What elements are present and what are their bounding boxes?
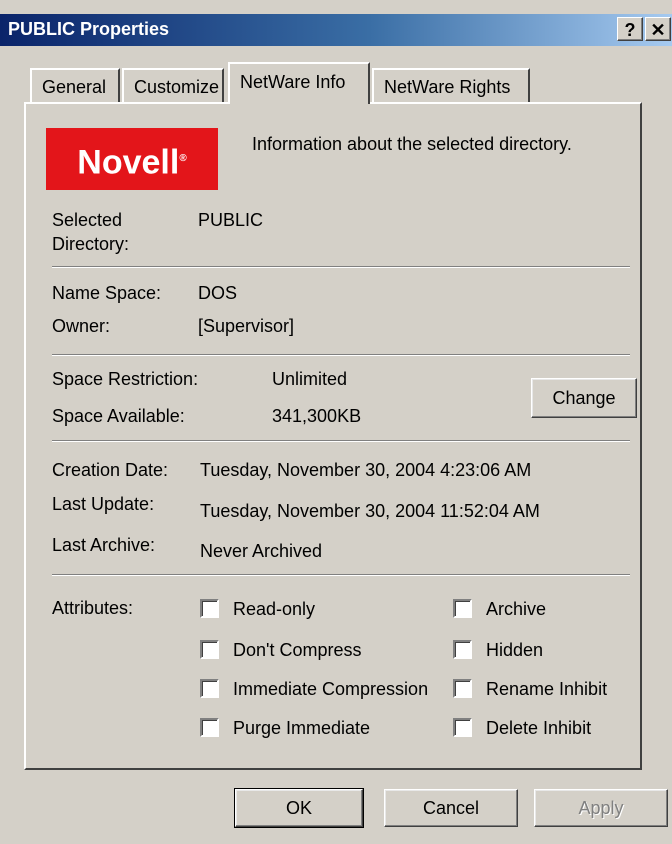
immediate-compression-checkbox[interactable]: [200, 679, 219, 698]
window-title: PUBLIC Properties: [8, 19, 170, 39]
space-available-label: Space Available:: [52, 406, 185, 426]
close-button[interactable]: ✕: [645, 17, 671, 41]
delete-inhibit-checkbox[interactable]: [453, 718, 472, 737]
archive-label[interactable]: Archive: [486, 599, 546, 620]
creation-date-label: Creation Date:: [52, 460, 169, 480]
immediate-compression-label[interactable]: Immediate Compression: [233, 679, 428, 700]
tab-label: Customize: [134, 77, 220, 97]
selected-directory-label-1: Selected: [52, 210, 123, 230]
close-icon: ✕: [650, 20, 666, 40]
tab-customize[interactable]: Customize: [122, 68, 224, 102]
read-only-label[interactable]: Read-only: [233, 599, 315, 620]
logo-mark: ®: [179, 153, 187, 164]
separator: [52, 266, 630, 268]
rename-inhibit-checkbox[interactable]: [453, 679, 472, 698]
tab-label: NetWare Rights: [384, 77, 511, 97]
name-space-label: Name Space:: [52, 283, 162, 303]
owner-value: [Supervisor]: [198, 316, 295, 336]
tab-label: NetWare Info: [240, 72, 346, 92]
tab-netware-info[interactable]: NetWare Info: [228, 62, 370, 104]
archive-checkbox[interactable]: [453, 599, 472, 618]
logo-text: Novell: [77, 143, 180, 182]
hidden-label[interactable]: Hidden: [486, 640, 543, 661]
separator: [52, 574, 630, 576]
ok-button-label: OK: [285, 798, 312, 818]
ok-button[interactable]: OK: [234, 788, 364, 828]
attributes-label: Attributes:: [52, 598, 134, 618]
tab-general[interactable]: General: [30, 68, 120, 102]
creation-date-value: Tuesday, November 30, 2004 4:23:06 AM: [200, 460, 532, 480]
selected-directory-label-2: Directory:: [52, 234, 130, 254]
cancel-button-label: Cancel: [422, 798, 480, 818]
hidden-checkbox[interactable]: [453, 640, 472, 659]
selected-directory-value: PUBLIC: [198, 210, 264, 230]
change-button[interactable]: Change: [531, 378, 637, 418]
help-icon: ?: [624, 20, 636, 40]
name-space-value: DOS: [198, 283, 238, 303]
description-text: Information about the selected directory…: [252, 134, 572, 154]
purge-immediate-checkbox[interactable]: [200, 718, 219, 737]
cancel-button[interactable]: Cancel: [384, 789, 518, 827]
help-button[interactable]: ?: [617, 17, 643, 41]
apply-button[interactable]: Apply: [534, 789, 668, 827]
separator: [52, 440, 630, 442]
change-button-label: Change: [552, 388, 616, 408]
apply-button-label: Apply: [578, 798, 624, 818]
space-restriction-value: Unlimited: [272, 369, 348, 389]
dont-compress-label[interactable]: Don't Compress: [233, 640, 361, 661]
dont-compress-checkbox[interactable]: [200, 640, 219, 659]
tab-label: General: [42, 77, 107, 97]
space-restriction-label: Space Restriction:: [52, 369, 199, 389]
last-update-value: Tuesday, November 30, 2004 11:52:04 AM: [200, 501, 540, 521]
owner-label: Owner:: [52, 316, 111, 336]
tab-strip: General Customize NetWare Info NetWare R…: [24, 62, 644, 104]
last-archive-value: Never Archived: [200, 541, 323, 561]
last-archive-label: Last Archive:: [52, 535, 156, 555]
rename-inhibit-label[interactable]: Rename Inhibit: [486, 679, 607, 700]
purge-immediate-label[interactable]: Purge Immediate: [233, 718, 370, 739]
tab-panel: [24, 102, 642, 770]
read-only-checkbox[interactable]: [200, 599, 219, 618]
delete-inhibit-label[interactable]: Delete Inhibit: [486, 718, 591, 739]
tab-netware-rights[interactable]: NetWare Rights: [372, 68, 530, 102]
last-update-label: Last Update:: [52, 494, 155, 514]
space-available-value: 341,300KB: [272, 406, 362, 426]
novell-logo: Novell®: [46, 128, 218, 190]
title-bar[interactable]: PUBLIC Properties ? ✕: [0, 0, 672, 46]
separator: [52, 354, 630, 356]
